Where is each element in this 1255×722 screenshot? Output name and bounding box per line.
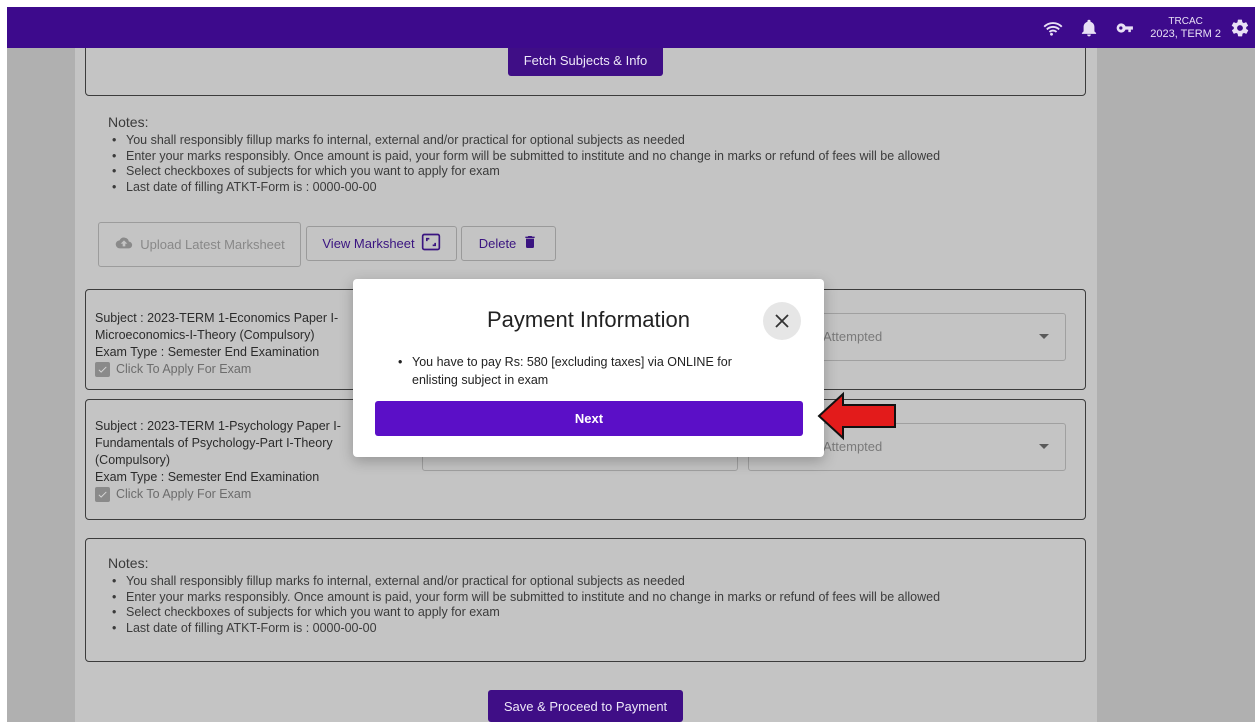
note-item: Last date of filling ATKT-Form is : 0000…	[108, 180, 1078, 196]
subject-line: Subject : 2023-TERM 1-Economics Paper I-	[95, 311, 339, 325]
institute-name: TRCAC	[1168, 15, 1203, 27]
view-marksheet-button[interactable]: View Marksheet	[306, 226, 457, 261]
payment-message-line: enlisting subject in exam	[412, 373, 549, 387]
checkbox-checked-icon[interactable]	[95, 487, 110, 502]
note-item: Enter your marks responsibly. Once amoun…	[108, 590, 1078, 606]
status-value: Attempted	[823, 439, 883, 454]
notes-heading: Notes:	[108, 555, 149, 571]
bell-icon[interactable]	[1078, 17, 1100, 39]
exam-type: Exam Type : Semester End Examination	[95, 470, 320, 484]
close-icon	[775, 314, 789, 328]
exam-type: Exam Type : Semester End Examination	[95, 345, 320, 359]
apply-checkbox-row-1[interactable]: Click To Apply For Exam	[95, 361, 355, 378]
notes-top: Notes: You shall responsibly fillup mark…	[108, 114, 1078, 195]
payment-info-modal: Payment Information You have to pay Rs: …	[353, 279, 824, 457]
chevron-down-icon	[1039, 334, 1049, 339]
modal-title: Payment Information	[487, 307, 690, 332]
key-icon[interactable]	[1114, 17, 1136, 39]
cloud-upload-icon	[114, 235, 134, 254]
red-arrow-icon	[817, 391, 896, 441]
apply-checkbox-row-2[interactable]: Click To Apply For Exam	[95, 486, 355, 503]
upload-marksheet-button[interactable]: Upload Latest Marksheet	[98, 222, 301, 267]
delete-label: Delete	[478, 236, 517, 251]
trash-icon	[522, 232, 538, 255]
next-button[interactable]: Next	[375, 401, 803, 436]
fetch-subjects-button[interactable]: Fetch Subjects & Info	[508, 45, 663, 76]
subject-line: Subject : 2023-TERM 1-Psychology Paper I…	[95, 419, 341, 433]
subject-info-1: Subject : 2023-TERM 1-Economics Paper I-…	[95, 310, 355, 378]
wifi-icon[interactable]	[1042, 17, 1064, 39]
close-button[interactable]	[763, 302, 801, 340]
note-item: Select checkboxes of subjects for which …	[108, 605, 1078, 621]
chevron-down-icon	[1039, 444, 1049, 449]
payment-message: You have to pay Rs: 580 [excluding taxes…	[396, 353, 786, 389]
institute-term-label[interactable]: TRCAC 2023, TERM 2	[1150, 16, 1221, 40]
gear-icon[interactable]	[1229, 17, 1251, 39]
expand-icon	[421, 232, 441, 255]
note-item: Select checkboxes of subjects for which …	[108, 164, 1078, 180]
apply-label: Click To Apply For Exam	[116, 487, 252, 501]
save-proceed-payment-button[interactable]: Save & Proceed to Payment	[488, 690, 683, 722]
payment-message-line: You have to pay Rs: 580 [excluding taxes…	[412, 355, 732, 369]
subject-info-2: Subject : 2023-TERM 1-Psychology Paper I…	[95, 418, 355, 503]
apply-label: Click To Apply For Exam	[116, 362, 252, 376]
subject-line: Fundamentals of Psychology-Part I-Theory	[95, 436, 333, 450]
subject-line: (Compulsory)	[95, 453, 171, 467]
checkbox-checked-icon[interactable]	[95, 362, 110, 377]
note-item: Last date of filling ATKT-Form is : 0000…	[108, 621, 1078, 637]
delete-marksheet-button[interactable]: Delete	[461, 226, 556, 261]
top-app-bar: TRCAC 2023, TERM 2	[7, 7, 1255, 48]
upload-marksheet-label: Upload Latest Marksheet	[140, 237, 285, 252]
note-item: Enter your marks responsibly. Once amoun…	[108, 149, 1078, 165]
note-item: You shall responsibly fillup marks fo in…	[108, 574, 1078, 590]
view-marksheet-label: View Marksheet	[322, 236, 415, 251]
notes-heading: Notes:	[108, 114, 149, 130]
status-value: Attempted	[823, 329, 883, 344]
term-name: 2023, TERM 2	[1150, 27, 1221, 40]
topbar-icons: TRCAC 2023, TERM 2	[1042, 7, 1255, 48]
subject-line: Microeconomics-I-Theory (Compulsory)	[95, 328, 315, 342]
window-frame-top	[0, 0, 1255, 7]
window-frame-left	[0, 0, 7, 722]
note-item: You shall responsibly fillup marks fo in…	[108, 133, 1078, 149]
notes-bottom: Notes: You shall responsibly fillup mark…	[108, 555, 1078, 636]
